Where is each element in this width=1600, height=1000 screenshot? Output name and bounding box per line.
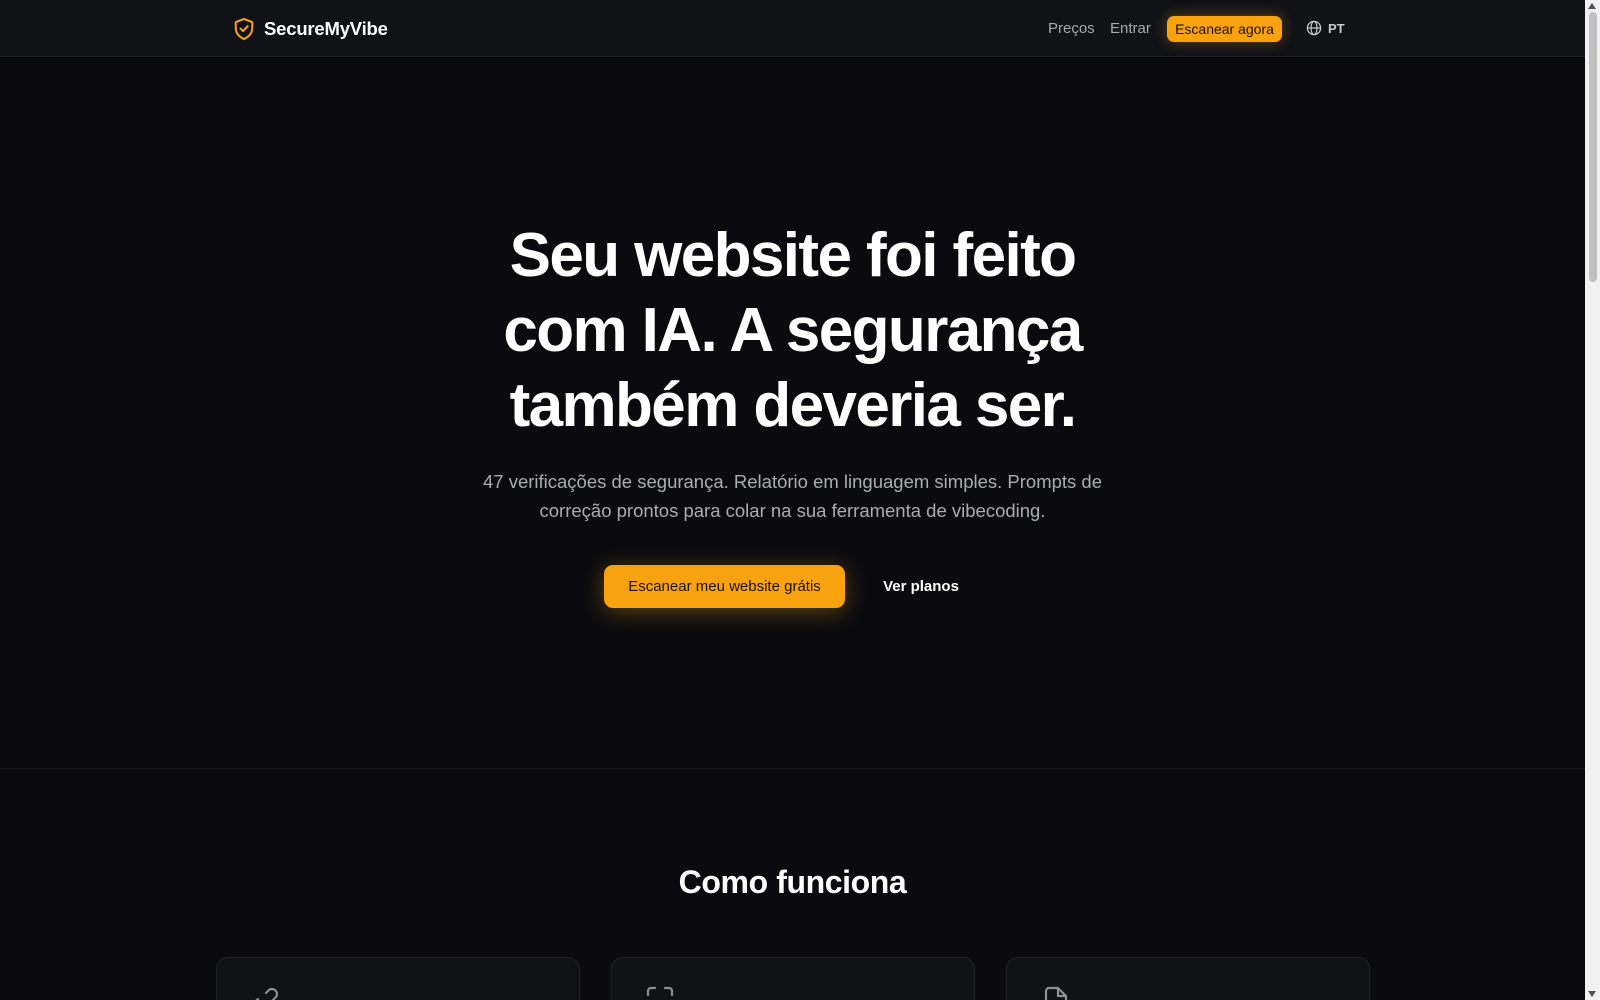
scan-icon [646,986,674,997]
view-plans-link[interactable]: Ver planos [878,565,964,608]
link-icon [255,987,279,1000]
how-it-works-title: Como funciona [678,864,907,900]
hero-subtitle: 47 verificações de segurança. Relatório … [460,467,1125,525]
nav-link-pricing[interactable]: Preços [1048,20,1095,37]
scroll-up-arrow-icon[interactable] [1588,3,1596,9]
how-it-works-card [1006,957,1370,1000]
shield-check-icon [234,17,254,41]
hero-subtitle-line: correção prontos para colar na sua ferra… [539,500,1046,521]
language-label: PT [1328,20,1345,36]
language-selector[interactable]: PT [1306,20,1345,36]
how-it-works-card [216,957,580,1000]
hero-subtitle-line: 47 verificações de segurança. Relatório … [482,471,1103,492]
hero-title-line: Seu website foi feito [509,221,1077,290]
hero-title: Seu website foi feito com IA. A seguranç… [400,218,1185,443]
hero-title-line: com IA. A segurança [503,296,1083,365]
scan-now-button[interactable]: Escanear agora [1167,16,1282,42]
top-navigation-bar: SecureMyVibe Preços Entrar Escanear agor… [0,0,1585,57]
nav-link-login[interactable]: Entrar [1110,20,1151,37]
page: SecureMyVibe Preços Entrar Escanear agor… [0,0,1585,1000]
hero-title-line: também deveria ser. [509,371,1077,440]
section-divider [0,768,1585,769]
brand-name: SecureMyVibe [264,18,388,39]
document-icon [1044,986,1068,1000]
scrollbar-thumb[interactable] [1589,12,1597,282]
brand-logo[interactable]: SecureMyVibe [233,15,388,43]
globe-icon [1306,20,1322,36]
vertical-scrollbar[interactable] [1585,0,1600,1000]
how-it-works-card [611,957,975,1000]
scroll-down-arrow-icon[interactable] [1588,991,1596,997]
scan-website-free-button[interactable]: Escanear meu website grátis [604,565,845,608]
